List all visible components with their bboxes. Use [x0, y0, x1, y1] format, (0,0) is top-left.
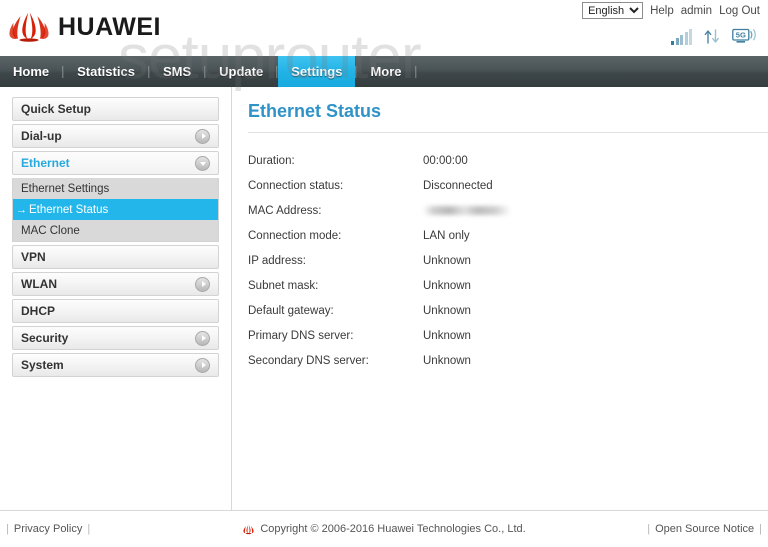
sidebar-label: VPN [21, 250, 46, 264]
nav-settings[interactable]: Settings [278, 56, 356, 87]
row-label: Connection status: [248, 180, 344, 192]
row-label: MAC Address: [248, 205, 322, 217]
sidebar-label: DHCP [21, 304, 56, 318]
divider: | [6, 523, 9, 535]
table-row: Duration: 00:00:00 [248, 155, 623, 180]
table-row: IP address: Unknown [248, 255, 623, 280]
admin-link[interactable]: admin [681, 5, 712, 17]
sidebar-item-dhcp[interactable]: DHCP [12, 299, 219, 323]
footer-left: | Privacy Policy | [6, 523, 90, 535]
sidebar-item-security[interactable]: Security [12, 326, 219, 350]
privacy-policy-link[interactable]: Privacy Policy [14, 523, 82, 535]
divider: | [647, 523, 651, 535]
chevron-right-icon [195, 128, 210, 144]
chevron-down-icon [195, 155, 210, 171]
table-row: Subnet mask: Unknown [248, 280, 623, 305]
table-row: MAC Address: [248, 205, 623, 230]
row-label: Connection mode: [248, 230, 342, 242]
sidebar-item-ethernet-settings[interactable]: Ethernet Settings [13, 178, 218, 199]
row-label: Duration: [248, 155, 295, 167]
status-icon-group: 5G [671, 28, 758, 45]
divider: | [87, 523, 91, 535]
row-label: Primary DNS server: [248, 330, 354, 342]
nav-home[interactable]: Home [0, 56, 62, 87]
sidebar-sub-label: Ethernet Status [29, 203, 109, 216]
sidebar-item-wlan[interactable]: WLAN [12, 272, 219, 296]
nav-separator [414, 65, 417, 78]
row-value: Disconnected [423, 180, 493, 192]
sidebar-item-ethernet-status[interactable]: → Ethernet Status [13, 199, 218, 220]
sidebar-item-quick-setup[interactable]: Quick Setup [12, 97, 219, 121]
data-transfer-icon [704, 29, 719, 44]
help-link[interactable]: Help [650, 5, 674, 17]
sidebar-label: Security [21, 331, 69, 345]
ethernet-status-table: Duration: 00:00:00 Connection status: Di… [248, 155, 623, 380]
sidebar-item-vpn[interactable]: VPN [12, 245, 219, 269]
row-label: Secondary DNS server: [248, 355, 369, 367]
logout-link[interactable]: Log Out [719, 5, 760, 17]
sidebar-menu: Quick Setup Dial-up Ethernet Ethernet Se… [0, 87, 232, 510]
selected-arrow-icon: → [16, 203, 27, 216]
main-content: Ethernet Status Duration: 00:00:00 Conne… [232, 87, 768, 510]
open-source-notice-link[interactable]: Open Source Notice [655, 523, 754, 535]
svg-text:5G: 5G [736, 31, 746, 40]
redacted-mac-address [423, 206, 511, 216]
row-value: Unknown [423, 255, 471, 267]
sidebar-label: System [21, 358, 64, 372]
divider: | [759, 523, 762, 535]
nav-sms[interactable]: SMS [150, 56, 204, 87]
table-row: Connection status: Disconnected [248, 180, 623, 205]
brand-name: HUAWEI [58, 12, 161, 41]
sidebar-sub-label: Ethernet Settings [21, 182, 110, 195]
row-label: Default gateway: [248, 305, 334, 317]
page-header: HUAWEI English Help admin Log Out 5G [0, 0, 768, 56]
huawei-flower-icon [243, 524, 254, 534]
row-value: Unknown [423, 355, 471, 367]
brand-logo: HUAWEI [8, 10, 161, 44]
chevron-right-icon [195, 357, 210, 373]
nav-more[interactable]: More [357, 56, 414, 87]
copyright-text: Copyright © 2006-2016 Huawei Technologie… [260, 523, 526, 535]
table-row: Default gateway: Unknown [248, 305, 623, 330]
row-value: Unknown [423, 280, 471, 292]
row-label: IP address: [248, 255, 306, 267]
table-row: Primary DNS server: Unknown [248, 330, 623, 355]
sidebar-label: Ethernet [21, 156, 70, 170]
sidebar-label: Dial-up [21, 129, 62, 143]
row-value: Unknown [423, 330, 471, 342]
table-row: Connection mode: LAN only [248, 230, 623, 255]
sidebar-label: Quick Setup [21, 102, 92, 116]
sidebar-item-mac-clone[interactable]: MAC Clone [13, 220, 218, 241]
page-body: Quick Setup Dial-up Ethernet Ethernet Se… [0, 87, 768, 510]
page-title: Ethernet Status [248, 101, 768, 133]
nav-statistics[interactable]: Statistics [64, 56, 148, 87]
huawei-flower-icon [9, 12, 49, 42]
sidebar-label: WLAN [21, 277, 57, 291]
sidebar-sub-label: MAC Clone [21, 224, 80, 237]
row-value: Unknown [423, 305, 471, 317]
table-row: Secondary DNS server: Unknown [248, 355, 623, 380]
sidebar-item-dial-up[interactable]: Dial-up [12, 124, 219, 148]
language-select[interactable]: English [582, 2, 644, 19]
chevron-right-icon [195, 276, 210, 292]
sidebar-item-system[interactable]: System [12, 353, 219, 377]
row-value: 00:00:00 [423, 155, 468, 167]
row-value-redacted [423, 205, 623, 230]
network-5g-icon: 5G [732, 28, 756, 43]
nav-update[interactable]: Update [206, 56, 276, 87]
row-label: Subnet mask: [248, 280, 319, 292]
chevron-right-icon [195, 330, 210, 346]
main-navigation: Home Statistics SMS Update Settings More [0, 56, 768, 87]
row-value: LAN only [423, 230, 470, 242]
footer-right: | Open Source Notice | [647, 523, 762, 535]
signal-strength-icon [671, 29, 692, 45]
sidebar-submenu-ethernet: Ethernet Settings → Ethernet Status MAC … [12, 178, 219, 242]
sidebar-item-ethernet[interactable]: Ethernet [12, 151, 219, 175]
header-links: English Help admin Log Out [582, 2, 760, 19]
